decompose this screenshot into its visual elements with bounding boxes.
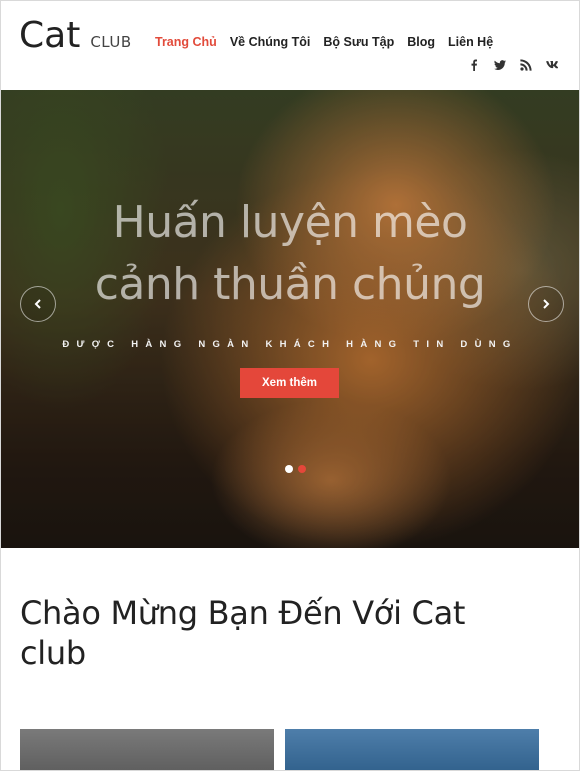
nav-item-contact[interactable]: Liên Hệ (448, 35, 493, 49)
nav-item-about[interactable]: Về Chúng Tôi (230, 35, 311, 49)
social-links (467, 58, 559, 72)
main-nav: Trang Chủ Về Chúng Tôi Bộ Sưu Tập Blog L… (155, 35, 506, 49)
twitter-icon[interactable] (493, 58, 507, 72)
page: Cat CLUB Trang Chủ Về Chúng Tôi Bộ Sưu T… (0, 0, 580, 771)
slider-dot-2[interactable] (298, 465, 306, 473)
nav-item-home[interactable]: Trang Chủ (155, 35, 217, 49)
chevron-left-icon (34, 299, 41, 309)
nav-item-blog[interactable]: Blog (407, 35, 435, 49)
site-logo[interactable]: Cat CLUB (19, 15, 132, 56)
rss-icon[interactable] (519, 58, 533, 72)
hero-slider: Huấn luyện mèo cảnh thuần chủng ĐƯỢC HÀN… (1, 90, 579, 548)
hero-title: Huấn luyện mèo cảnh thuần chủng (1, 192, 579, 316)
hero-title-line1: Huấn luyện mèo (112, 197, 468, 248)
hero-title-line2: cảnh thuần chủng (94, 259, 486, 310)
slider-next-button[interactable] (528, 286, 564, 322)
slider-dot-1[interactable] (285, 465, 293, 473)
slider-dots (285, 465, 306, 473)
welcome-heading: Chào Mừng Bạn Đến Với Cat club (20, 594, 466, 672)
slider-prev-button[interactable] (20, 286, 56, 322)
read-more-button[interactable]: Xem thêm (240, 368, 339, 398)
facebook-icon[interactable] (467, 58, 481, 72)
gallery-card-cat-gray[interactable] (20, 729, 274, 770)
site-header: Cat CLUB Trang Chủ Về Chúng Tôi Bộ Sưu T… (1, 1, 579, 90)
gallery-card-cat-blue[interactable] (285, 729, 539, 770)
hero-subtitle: ĐƯỢC HÀNG NGÀN KHÁCH HÀNG TIN DÙNG (62, 339, 518, 350)
logo-sub-text: CLUB (90, 33, 132, 51)
nav-item-collection[interactable]: Bộ Sưu Tập (323, 35, 394, 49)
logo-main-text: Cat (19, 15, 81, 56)
chevron-right-icon (543, 299, 550, 309)
vk-icon[interactable] (545, 58, 559, 72)
